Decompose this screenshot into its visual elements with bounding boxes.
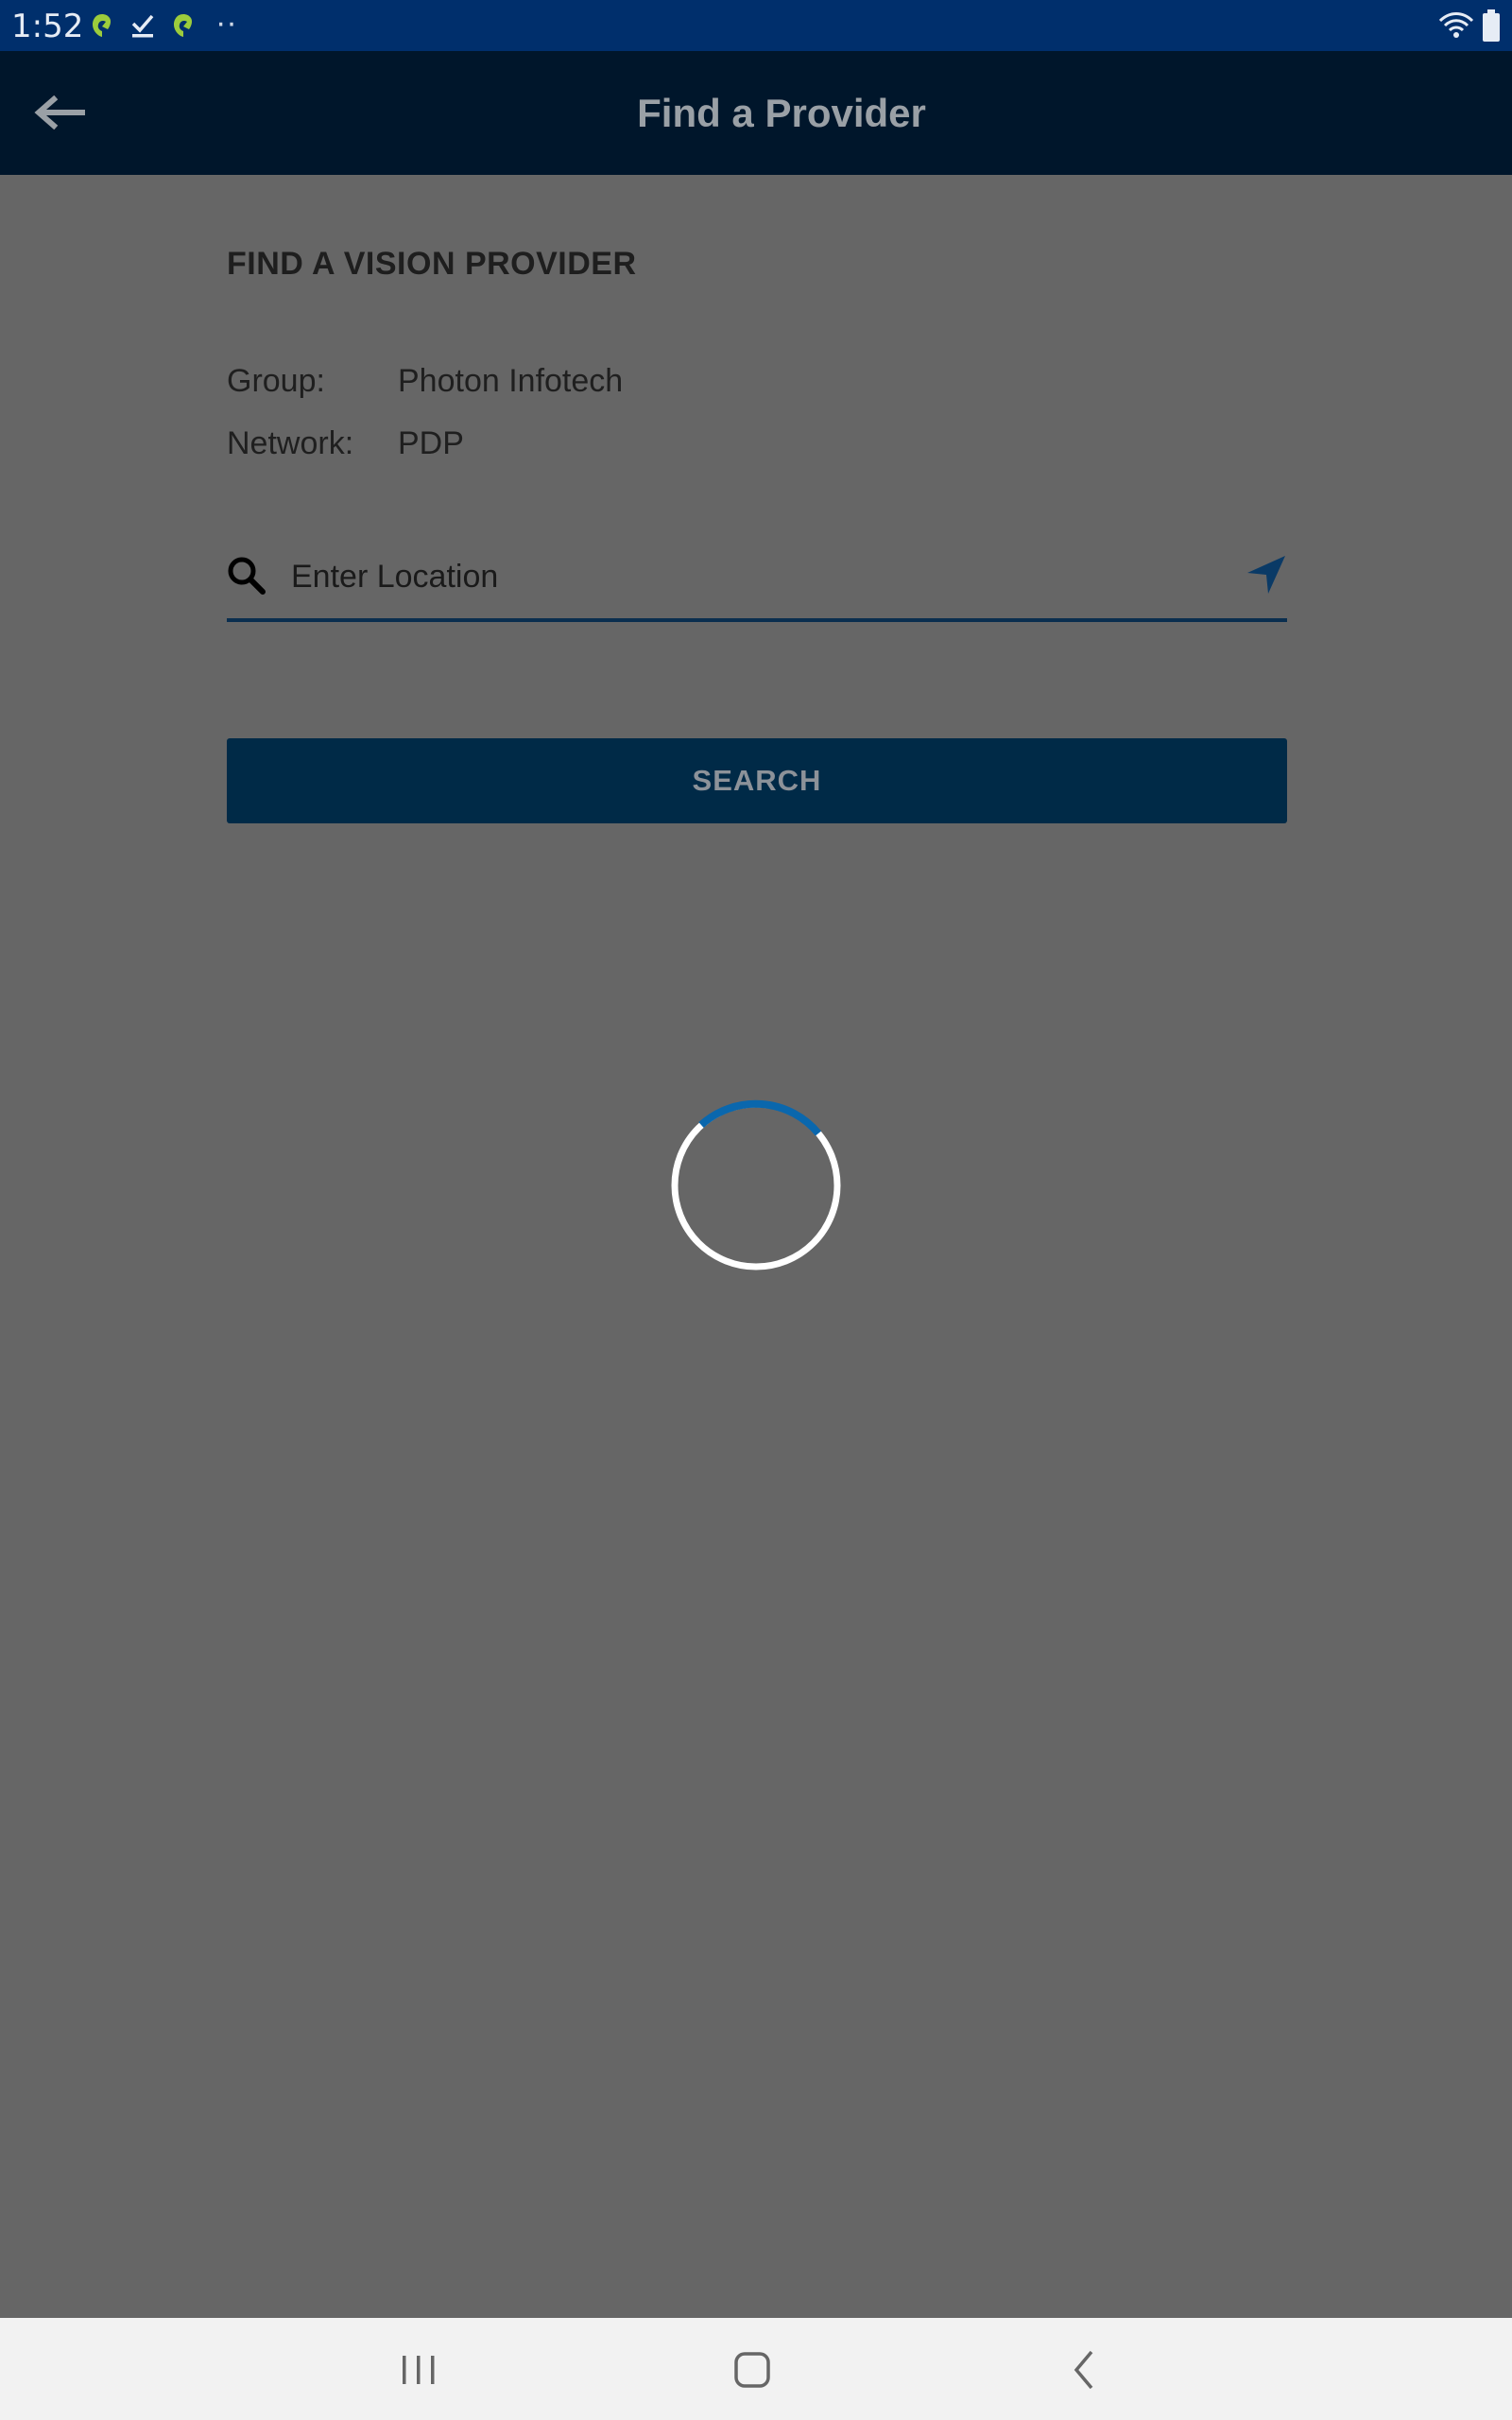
page-title: Find a Provider: [637, 91, 926, 135]
loading-spinner: [671, 1099, 841, 1270]
more-notifications-indicator: ··: [215, 5, 237, 41]
search-button[interactable]: SEARCH: [227, 738, 1287, 823]
status-bar: 1:52 ··: [0, 0, 1512, 51]
recent-apps-icon[interactable]: [395, 2346, 442, 2394]
section-title: FIND A VISION PROVIDER: [227, 246, 637, 282]
network-label: Network:: [227, 425, 354, 461]
group-value: Photon Infotech: [398, 363, 624, 399]
back-icon[interactable]: [1061, 2346, 1108, 2394]
app-notification-icon: [174, 14, 193, 37]
battery-icon: [1483, 9, 1500, 42]
search-icon: [228, 557, 266, 595]
app-bar: Find a Provider: [0, 51, 1512, 175]
group-label: Group:: [227, 363, 325, 399]
status-time: 1:52: [11, 8, 84, 45]
app-notification-icon: [93, 14, 112, 37]
location-input[interactable]: [291, 548, 1198, 605]
home-icon[interactable]: [729, 2346, 776, 2394]
network-value: PDP: [398, 425, 464, 461]
wifi-icon: [1438, 12, 1474, 38]
current-location-icon[interactable]: [1246, 554, 1287, 596]
checkmark-notification-icon: [131, 14, 154, 38]
back-button[interactable]: [26, 79, 93, 146]
location-search-field[interactable]: [227, 539, 1287, 622]
arrow-left-icon: [34, 95, 85, 130]
spinner-arc: [698, 1099, 822, 1136]
system-nav-bar: [0, 2318, 1512, 2420]
